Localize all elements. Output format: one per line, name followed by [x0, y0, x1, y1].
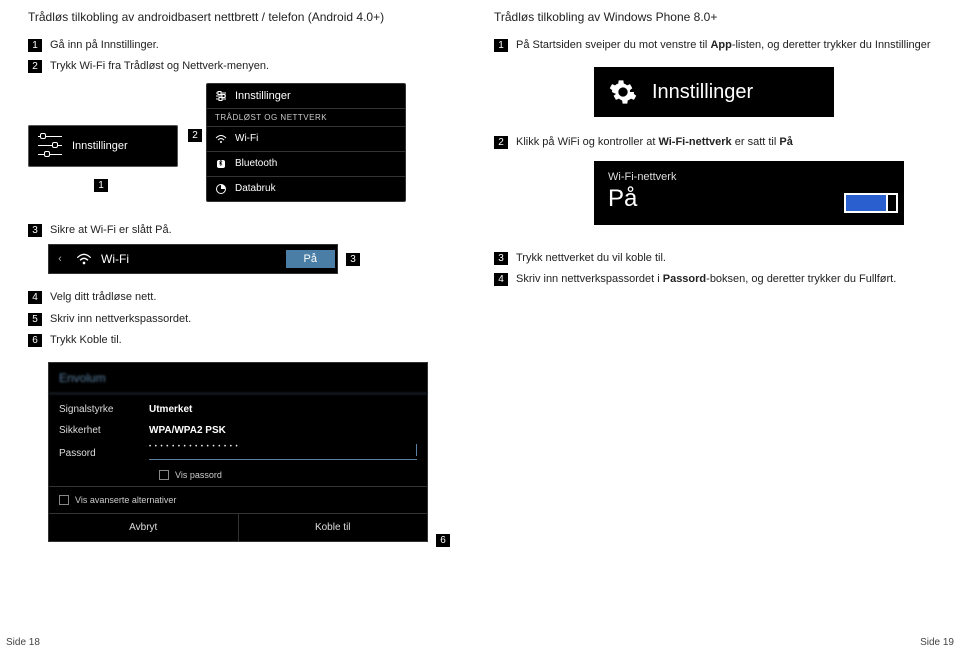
step-1: 1 Gå inn på Innstillinger.: [28, 38, 452, 53]
wp-tile-label: Innstillinger: [652, 81, 753, 104]
signal-value: Utmerket: [149, 404, 192, 415]
step-badge: 4: [28, 291, 42, 304]
android-settings-mock: Innstillinger 1 Innstillinger TRÅDLØST O…: [28, 83, 452, 213]
dialog-title: Envolum: [49, 363, 427, 394]
security-label: Sikkerhet: [59, 425, 149, 436]
android-settings-tile[interactable]: Innstillinger: [28, 125, 178, 167]
wifi-label: Wi-Fi: [97, 252, 286, 266]
password-label: Passord: [59, 448, 149, 459]
wp-step-3: 3 Trykk nettverket du vil koble til.: [494, 251, 932, 266]
step-6: 6 Trykk Koble til.: [28, 333, 452, 348]
callout-6: 6: [436, 534, 450, 547]
advanced-label: Vis avanserte alternativer: [75, 495, 176, 505]
step-text: Klikk på WiFi og kontroller at Wi-Fi-net…: [516, 135, 793, 150]
wp-step-1: 1 På Startsiden sveiper du mot venstre t…: [494, 38, 932, 53]
data-usage-icon: [215, 183, 227, 195]
show-password-label: Vis passord: [175, 470, 222, 480]
left-title: Trådløs tilkobling av androidbasert nett…: [28, 10, 452, 24]
left-page: Trådløs tilkobling av androidbasert nett…: [0, 0, 480, 652]
android-settings-list: Innstillinger TRÅDLØST OG NETTVERK Wi-Fi…: [206, 83, 406, 202]
step-badge: 5: [28, 313, 42, 326]
advanced-checkbox[interactable]: Vis avanserte alternativer: [49, 486, 427, 513]
row-label: Wi-Fi: [235, 133, 258, 144]
connect-button[interactable]: Koble til: [238, 514, 428, 541]
step-badge: 2: [494, 136, 508, 149]
callout-3: 3: [346, 253, 360, 266]
callout-2: 2: [188, 129, 202, 142]
step-5: 5 Skriv inn nettverkspassordet.: [28, 312, 452, 327]
cancel-button[interactable]: Avbryt: [49, 514, 238, 541]
page-number-right: Side 19: [920, 637, 954, 648]
wifi-icon: [215, 133, 227, 145]
wp-wifi-switch[interactable]: [844, 193, 898, 213]
sliders-icon: [34, 130, 66, 162]
callout-1: 1: [94, 179, 108, 192]
password-input[interactable]: [149, 446, 417, 460]
show-password-checkbox[interactable]: Vis passord: [159, 470, 417, 480]
row-wifi[interactable]: Wi-Fi: [207, 126, 405, 151]
step-text: Skriv inn nettverkspassordet i Passord-b…: [516, 272, 896, 287]
wifi-toggle-bar: ‹ Wi-Fi På: [48, 244, 338, 274]
wp-step-4: 4 Skriv inn nettverkspassordet i Passord…: [494, 272, 932, 287]
security-value: WPA/WPA2 PSK: [149, 425, 226, 436]
wifi-connect-dialog: Envolum Signalstyrke Utmerket Sikkerhet …: [48, 362, 428, 542]
step-badge: 6: [28, 334, 42, 347]
header-text: Innstillinger: [235, 90, 291, 102]
gear-icon: [608, 77, 638, 107]
step-badge: 1: [494, 39, 508, 52]
step-badge: 3: [494, 252, 508, 265]
step-text: Velg ditt trådløse nett.: [50, 290, 156, 305]
bluetooth-icon: [215, 158, 227, 170]
wp-settings-tile[interactable]: Innstillinger: [594, 67, 834, 117]
step-4: 4 Velg ditt trådløse nett.: [28, 290, 452, 305]
step-text: Skriv inn nettverkspassordet.: [50, 312, 191, 327]
step-text: Gå inn på Innstillinger.: [50, 38, 159, 53]
wp-step-2: 2 Klikk på WiFi og kontroller at Wi-Fi-n…: [494, 135, 932, 150]
step-2: 2 Trykk Wi-Fi fra Trådløst og Nettverk-m…: [28, 59, 452, 74]
page-number-left: Side 18: [6, 637, 40, 648]
step-text: Trykk Koble til.: [50, 333, 122, 348]
step-badge: 1: [28, 39, 42, 52]
right-page: Trådløs tilkobling av Windows Phone 8.0+…: [480, 0, 960, 652]
row-label: Databruk: [235, 183, 276, 194]
wp-wifi-panel: Wi-Fi-nettverk På: [594, 161, 904, 225]
wifi-switch[interactable]: På: [286, 250, 335, 268]
back-icon[interactable]: ‹: [49, 253, 71, 265]
wp-panel-small: Wi-Fi-nettverk: [608, 171, 890, 183]
step-3: 3 Sikre at Wi-Fi er slått På.: [28, 223, 452, 238]
step-badge: 4: [494, 273, 508, 286]
step-badge: 3: [28, 224, 42, 237]
section-label: TRÅDLØST OG NETTVERK: [207, 108, 405, 126]
row-label: Bluetooth: [235, 158, 277, 169]
step-text: Trykk nettverket du vil koble til.: [516, 251, 666, 266]
step-badge: 2: [28, 60, 42, 73]
step-text: Trykk Wi-Fi fra Trådløst og Nettverk-men…: [50, 59, 269, 74]
wifi-icon: [71, 251, 97, 267]
step-text: Sikre at Wi-Fi er slått På.: [50, 223, 172, 238]
row-data[interactable]: Databruk: [207, 176, 405, 201]
right-title: Trådløs tilkobling av Windows Phone 8.0+: [494, 10, 932, 24]
signal-label: Signalstyrke: [59, 404, 149, 415]
step-text: På Startsiden sveiper du mot venstre til…: [516, 38, 931, 53]
row-bluetooth[interactable]: Bluetooth: [207, 151, 405, 176]
settings-header: Innstillinger: [207, 84, 405, 108]
sliders-icon: [215, 90, 227, 102]
android-settings-label: Innstillinger: [72, 140, 128, 152]
